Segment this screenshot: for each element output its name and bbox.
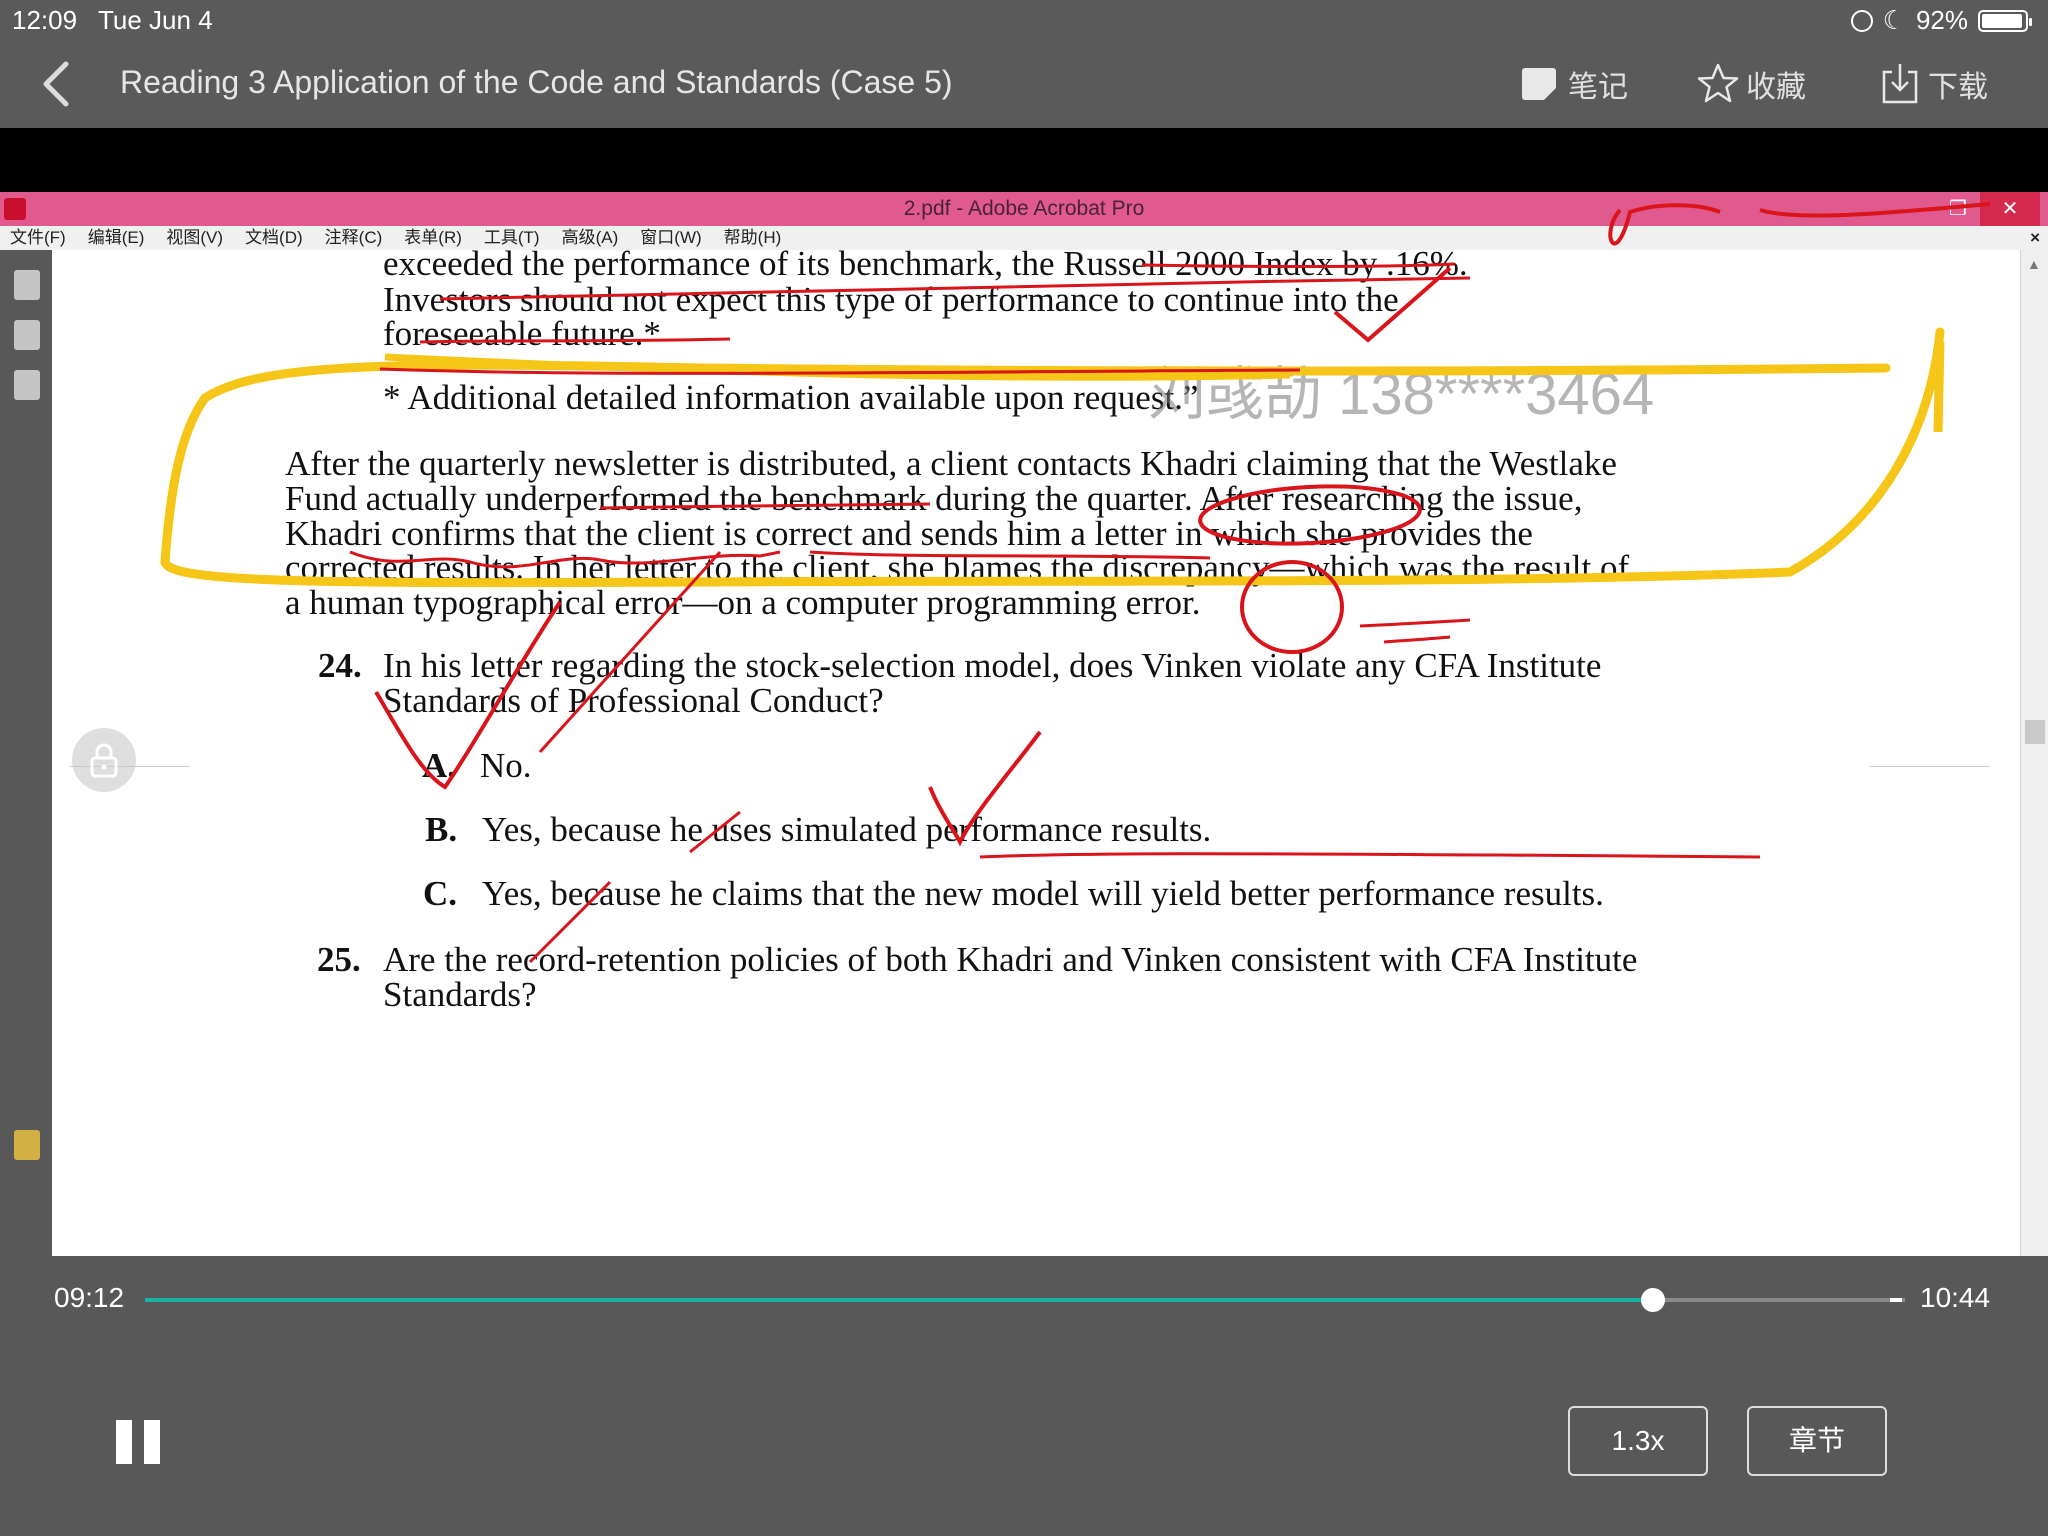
notes-icon <box>1522 68 1556 100</box>
video-frame[interactable]: 2.pdf - Adobe Acrobat Pro – ❐ ✕ 文件(F) 编辑… <box>0 192 2048 1256</box>
download-label: 下载 <box>1928 71 1988 104</box>
question-25-text: Are the record-retention policies of bot… <box>383 940 1638 979</box>
question-24-text: In his letter regarding the stock-select… <box>383 646 1602 685</box>
nav-bar: Reading 3 Application of the Code and St… <box>0 40 2048 128</box>
option-a-letter: A. <box>422 746 457 785</box>
star-icon <box>1697 63 1739 103</box>
seek-bar[interactable] <box>145 1288 1905 1312</box>
notes-label: 笔记 <box>1568 71 1628 104</box>
option-b-text: Yes, because he uses simulated performan… <box>482 810 1212 849</box>
paragraph-line: a human typographical error—on a compute… <box>285 583 1201 622</box>
acrobat-app-icon <box>4 198 26 220</box>
option-a-text: No. <box>480 746 532 785</box>
chapters-button[interactable]: 章节 <box>1747 1406 1887 1476</box>
user-watermark: 刘彧劼 138****3464 <box>1148 362 1655 427</box>
acrobat-scrollbar: ▲ <box>2020 250 2048 1256</box>
restore-icon: ❐ <box>1949 198 1967 220</box>
acrobat-titlebar: 2.pdf - Adobe Acrobat Pro – ❐ ✕ <box>0 192 2048 226</box>
option-c-text: Yes, because he claims that the new mode… <box>482 874 1604 913</box>
pause-icon <box>116 1420 132 1464</box>
seek-knob[interactable] <box>1641 1288 1666 1312</box>
favorite-label: 收藏 <box>1746 71 1806 104</box>
question-24-text: Standards of Professional Conduct? <box>383 681 884 720</box>
doc-close-icon: × <box>2030 228 2040 247</box>
status-right: ☾ 92% <box>1850 5 2032 36</box>
question-25-text: Standards? <box>383 975 537 1014</box>
video-letterbox <box>0 128 2048 192</box>
moon-icon: ☾ <box>1882 5 1906 35</box>
minimize-icon: – <box>1912 198 1924 220</box>
notes-button[interactable]: 笔记 <box>1518 60 1628 108</box>
download-icon <box>1882 64 1918 104</box>
acrobat-window-title: 2.pdf - Adobe Acrobat Pro <box>903 197 1145 220</box>
orientation-lock-icon <box>1850 9 1873 32</box>
option-c-letter: C. <box>423 874 458 913</box>
menu-file: 文件(F) <box>10 228 66 247</box>
status-date: Tue Jun 4 <box>98 5 213 35</box>
question-24-number: 24. <box>318 646 362 685</box>
paragraph-line: After the quarterly newsletter is distri… <box>285 444 1617 483</box>
duration: 10:44 <box>1920 1282 1991 1313</box>
screen-lock-button[interactable] <box>72 728 136 792</box>
doc-footnote: * Additional detailed information availa… <box>383 378 1199 417</box>
pages-icon <box>14 270 40 300</box>
page-title: Reading 3 Application of the Code and St… <box>120 64 953 100</box>
scroll-thumb <box>2025 720 2045 744</box>
question-25-number: 25. <box>317 940 361 979</box>
doc-line: foreseeable future.* <box>383 314 661 353</box>
menu-edit: 编辑(E) <box>87 228 145 247</box>
pdf-page: exceeded the performance of its benchmar… <box>60 244 2016 1256</box>
seek-bar-played <box>145 1298 1654 1302</box>
status-bar: 12:09 Tue Jun 4 ☾ 92% <box>0 0 2048 40</box>
option-b-letter: B. <box>425 810 458 849</box>
current-time: 09:12 <box>54 1282 125 1313</box>
back-button[interactable] <box>34 56 84 112</box>
scroll-up-icon: ▲ <box>2027 256 2041 272</box>
speed-button[interactable]: 1.3x <box>1568 1406 1708 1476</box>
player-controls: 09:12 10:44 1.3x 章节 <box>0 1256 2048 1536</box>
close-icon: ✕ <box>1980 192 2040 226</box>
acrobat-left-toolbar <box>0 250 52 1256</box>
paragraph-line: Fund actually underperformed the benchma… <box>285 479 1583 518</box>
seek-bar-end-marker <box>1890 1298 1902 1302</box>
battery-percent: 92% <box>1915 5 1968 35</box>
menu-view: 视图(V) <box>166 228 224 247</box>
back-chevron-icon <box>43 61 69 107</box>
favorite-button[interactable]: 收藏 <box>1696 60 1806 108</box>
menu-document: 文档(D) <box>245 228 303 247</box>
paragraph-line: corrected results. In her letter to the … <box>285 548 1630 587</box>
status-time: 12:09 <box>12 5 78 35</box>
download-button[interactable]: 下载 <box>1878 60 1988 108</box>
menu-comments: 注释(C) <box>324 228 383 247</box>
lock-icon <box>90 743 118 778</box>
pause-button[interactable] <box>116 1420 166 1468</box>
signatures-icon <box>14 370 40 400</box>
bookmarks-icon <box>14 320 40 350</box>
doc-line: exceeded the performance of its benchmar… <box>383 244 1468 283</box>
page-divider <box>1870 766 1990 767</box>
battery-icon <box>1978 9 2032 32</box>
comments-icon <box>14 1130 40 1160</box>
